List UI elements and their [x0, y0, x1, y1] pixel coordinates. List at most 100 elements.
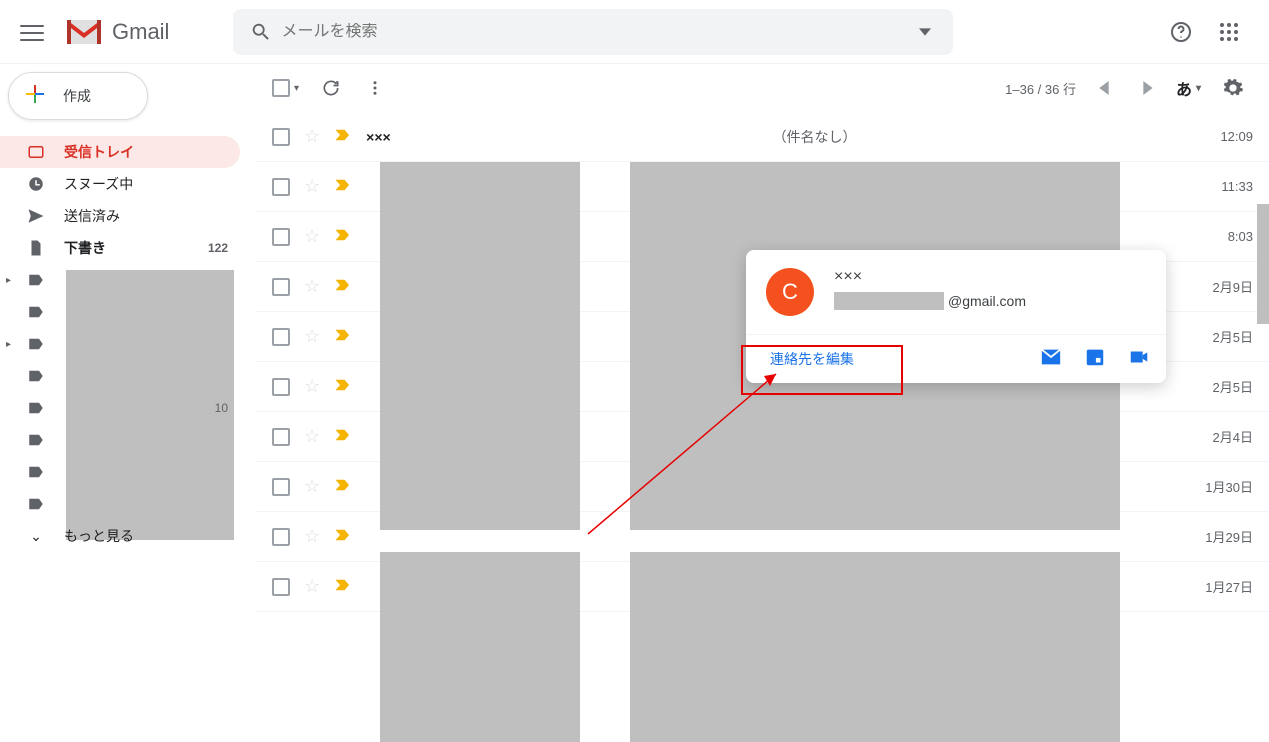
- row-checkbox[interactable]: [272, 478, 290, 496]
- hamburger-icon: [20, 20, 44, 44]
- important-marker[interactable]: [334, 476, 352, 497]
- send-mail-icon[interactable]: [1040, 346, 1062, 373]
- sidebar-item-label: 受信トレイ: [64, 142, 134, 162]
- sidebar-item-drafts[interactable]: 下書き 122: [0, 232, 240, 264]
- star-icon[interactable]: ☆: [304, 326, 320, 347]
- important-marker[interactable]: [334, 526, 352, 547]
- row-checkbox[interactable]: [272, 128, 290, 146]
- sidebar-label-item[interactable]: [0, 456, 240, 488]
- expand-arrow-icon: ▸: [6, 275, 11, 286]
- calendar-icon[interactable]: [1084, 346, 1106, 373]
- video-call-icon[interactable]: [1128, 346, 1150, 373]
- row-subject-area: （件名なし）: [426, 112, 1203, 161]
- compose-button[interactable]: 作成: [8, 72, 148, 120]
- important-marker[interactable]: [334, 326, 352, 347]
- row-subject: （件名なし）: [773, 127, 857, 147]
- sidebar-label-item[interactable]: [0, 488, 240, 520]
- contact-avatar: C: [766, 268, 814, 316]
- settings-button[interactable]: [1213, 68, 1253, 108]
- sidebar-label-item[interactable]: [0, 296, 240, 328]
- row-checkbox[interactable]: [272, 578, 290, 596]
- contact-email: @gmail.com: [834, 292, 1026, 310]
- more-actions-button[interactable]: [363, 76, 387, 100]
- row-date: 12:09: [1203, 129, 1253, 144]
- sidebar-label-item[interactable]: [0, 360, 240, 392]
- label-icon: [26, 494, 46, 514]
- app-header: Gmail: [0, 0, 1269, 64]
- email-redacted: [834, 292, 944, 310]
- important-marker[interactable]: [334, 376, 352, 397]
- row-date: 2月9日: [1203, 277, 1253, 296]
- select-all-checkbox[interactable]: ▾: [272, 79, 299, 97]
- star-icon[interactable]: ☆: [304, 226, 320, 247]
- card-top: C ××× @gmail.com: [746, 250, 1166, 334]
- sidebar-label-item[interactable]: ▸: [0, 328, 240, 360]
- row-checkbox[interactable]: [272, 428, 290, 446]
- toolbar-right: 1–36 / 36 行 あ ▾: [1005, 68, 1253, 108]
- star-icon[interactable]: ☆: [304, 476, 320, 497]
- sidebar-item-sent[interactable]: 送信済み: [0, 200, 240, 232]
- sidebar-item-label: 送信済み: [64, 206, 120, 226]
- compose-label: 作成: [63, 86, 91, 106]
- important-marker[interactable]: [334, 276, 352, 297]
- row-checkbox[interactable]: [272, 328, 290, 346]
- sidebar-item-inbox[interactable]: 受信トレイ: [0, 136, 240, 168]
- row-checkbox[interactable]: [272, 178, 290, 196]
- content-redacted: [630, 552, 1120, 742]
- star-icon[interactable]: ☆: [304, 376, 320, 397]
- star-icon[interactable]: ☆: [304, 426, 320, 447]
- prev-page-button[interactable]: [1088, 72, 1120, 104]
- important-marker[interactable]: [334, 176, 352, 197]
- search-bar[interactable]: [233, 9, 953, 55]
- important-marker[interactable]: [334, 226, 352, 247]
- refresh-button[interactable]: [319, 76, 343, 100]
- search-icon: [241, 21, 281, 43]
- row-checkbox[interactable]: [272, 378, 290, 396]
- toolbar-left: ▾: [272, 76, 387, 100]
- sidebar-item-snoozed[interactable]: スヌーズ中: [0, 168, 240, 200]
- star-icon[interactable]: ☆: [304, 576, 320, 597]
- clock-icon: [26, 174, 46, 194]
- row-date: 1月30日: [1203, 477, 1253, 496]
- important-marker[interactable]: [334, 426, 352, 447]
- card-action-icons: [1040, 346, 1150, 373]
- scrollbar-thumb[interactable]: [1257, 204, 1269, 324]
- contact-name: ×××: [834, 268, 1026, 286]
- mail-row[interactable]: ☆ ××× （件名なし） 12:09: [256, 112, 1269, 162]
- sidebar-label-item[interactable]: ▸: [0, 264, 240, 296]
- help-button[interactable]: [1161, 12, 1201, 52]
- important-marker[interactable]: [334, 576, 352, 597]
- row-sender: ×××: [366, 129, 426, 145]
- sidebar-label-item[interactable]: 10: [0, 392, 240, 424]
- search-options-dropdown[interactable]: [905, 26, 945, 38]
- sidebar-more-button[interactable]: ⌄ もっと見る: [0, 520, 240, 552]
- important-marker[interactable]: [334, 126, 352, 147]
- apps-button[interactable]: [1209, 12, 1249, 52]
- chevron-down-icon: ▾: [1196, 83, 1201, 94]
- sidebar-label-item[interactable]: [0, 424, 240, 456]
- star-icon[interactable]: ☆: [304, 176, 320, 197]
- star-icon[interactable]: ☆: [304, 276, 320, 297]
- label-icon: [26, 302, 46, 322]
- label-icon: [26, 366, 46, 386]
- row-checkbox[interactable]: [272, 278, 290, 296]
- edit-contact-link[interactable]: 連絡先を編集: [762, 345, 862, 373]
- row-checkbox[interactable]: [272, 228, 290, 246]
- next-page-button[interactable]: [1132, 72, 1164, 104]
- row-date: 2月5日: [1203, 327, 1253, 346]
- sidebar-item-label: 下書き: [64, 238, 106, 258]
- sidebar: 作成 受信トレイ スヌーズ中 送信済み 下書き 122: [0, 64, 256, 731]
- mail-list-area: ▾ 1–36 / 36 行 あ ▾: [256, 64, 1269, 731]
- content-redacted: [380, 552, 580, 742]
- label-icon: [26, 270, 46, 290]
- star-icon[interactable]: ☆: [304, 126, 320, 147]
- label-icon: [26, 398, 46, 418]
- search-container: [233, 9, 953, 55]
- ime-indicator[interactable]: あ ▾: [1176, 76, 1201, 100]
- row-checkbox[interactable]: [272, 528, 290, 546]
- main-menu-button[interactable]: [8, 8, 56, 56]
- star-icon[interactable]: ☆: [304, 526, 320, 547]
- search-input[interactable]: [281, 23, 905, 41]
- expand-arrow-icon: ▸: [6, 339, 11, 350]
- row-date: 2月4日: [1203, 427, 1253, 446]
